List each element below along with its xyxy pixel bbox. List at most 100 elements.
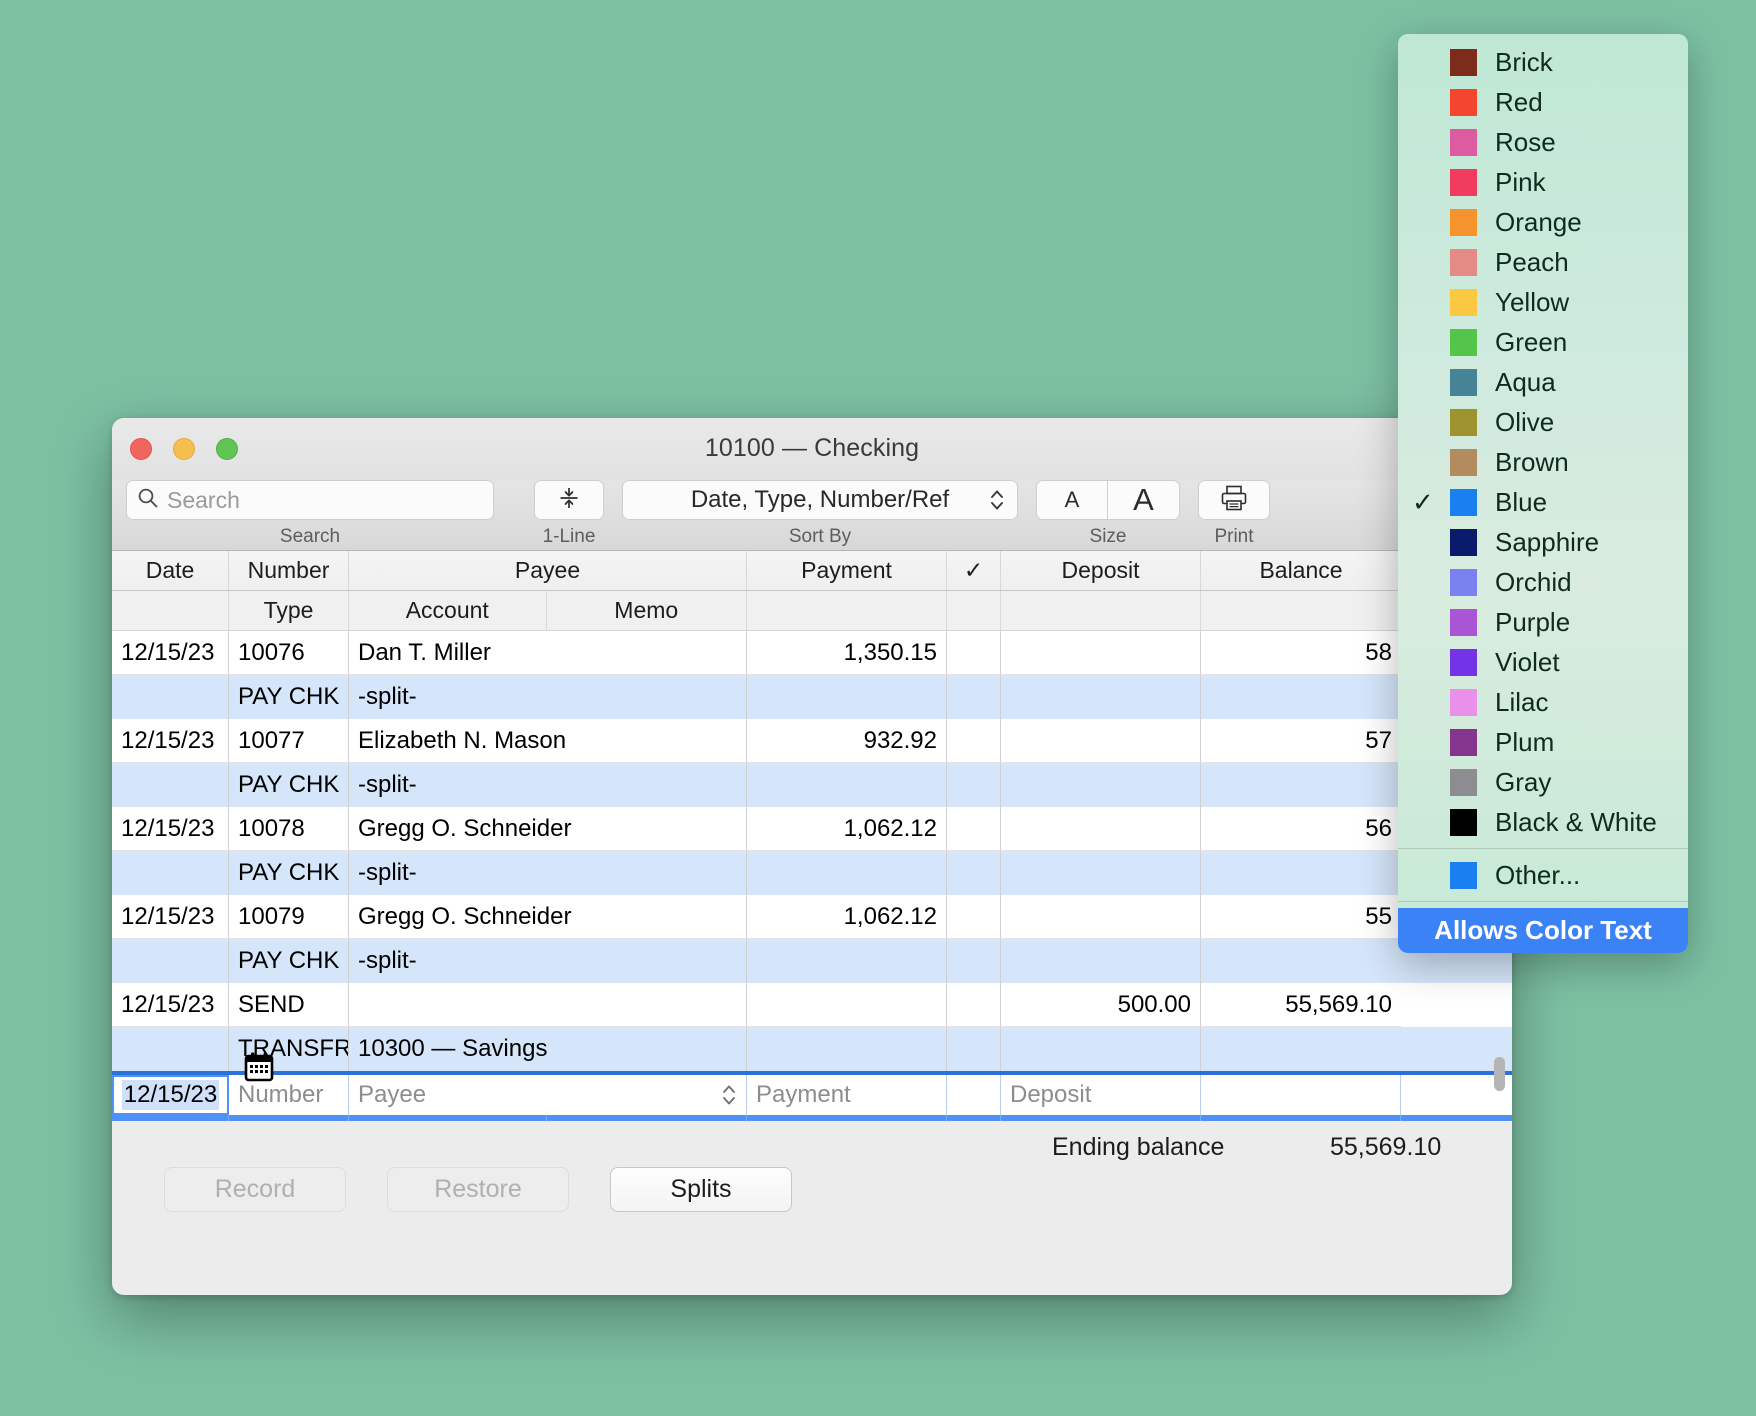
color-menu-item-olive[interactable]: Olive [1398, 402, 1688, 442]
cell-cleared[interactable] [947, 895, 1001, 939]
color-swatch [1450, 529, 1477, 556]
header-type[interactable]: Type [229, 591, 349, 630]
deposit-field[interactable]: Deposit [1001, 1075, 1201, 1115]
sort-by-value: Date, Type, Number/Ref [691, 486, 949, 514]
table-row[interactable]: 12/15/2310077Elizabeth N. Mason932.9257 [112, 719, 1512, 763]
header-payment[interactable]: Payment [747, 551, 947, 590]
cell-blank-pay [747, 763, 947, 807]
one-line-button[interactable] [534, 480, 604, 520]
scrollbar-thumb[interactable] [1494, 1057, 1505, 1091]
table-row-detail[interactable]: PAY CHK-split- [112, 763, 1512, 807]
print-label: Print [1214, 526, 1253, 548]
cell-account: -split- [349, 851, 747, 895]
cell-cleared[interactable] [947, 983, 1001, 1027]
cell-cleared[interactable] [947, 631, 1001, 675]
cell-blank-bal [1201, 851, 1401, 895]
cell-blank-dep [1001, 675, 1201, 719]
search-placeholder: Search [167, 487, 240, 514]
cell-balance: 57 [1201, 719, 1401, 763]
color-menu-item-brick[interactable]: Brick [1398, 42, 1688, 82]
header-memo[interactable]: Memo [547, 591, 747, 630]
record-button[interactable]: Record [164, 1167, 346, 1212]
table-row[interactable]: 12/15/23SEND500.0055,569.10 [112, 983, 1512, 1027]
header-payee[interactable]: Payee [349, 551, 747, 590]
color-menu-label: Sapphire [1495, 527, 1599, 558]
cell-type: PAY CHK [229, 939, 349, 983]
table-row-detail[interactable]: PAY CHK-split- [112, 675, 1512, 719]
color-swatch [1450, 49, 1477, 76]
calendar-icon[interactable] [243, 1051, 273, 1081]
cell-type: PAY CHK [229, 851, 349, 895]
color-menu-item-aqua[interactable]: Aqua [1398, 362, 1688, 402]
color-menu-item-plum[interactable]: Plum [1398, 722, 1688, 762]
table-row[interactable]: 12/15/2310078Gregg O. Schneider1,062.125… [112, 807, 1512, 851]
toolbar-group-sort: Date, Type, Number/Ref Sort By [622, 480, 1018, 548]
table-row[interactable]: 12/15/2310076Dan T. Miller1,350.1558 [112, 631, 1512, 675]
color-menu-item-green[interactable]: Green [1398, 322, 1688, 362]
color-menu-item-purple[interactable]: Purple [1398, 602, 1688, 642]
color-menu-item-yellow[interactable]: Yellow [1398, 282, 1688, 322]
color-swatch [1450, 649, 1477, 676]
search-input[interactable]: Search [126, 480, 494, 520]
color-swatch [1450, 449, 1477, 476]
date-field[interactable]: 12/15/23 [112, 1075, 229, 1115]
cell-cleared[interactable] [947, 719, 1001, 763]
color-menu-item-peach[interactable]: Peach [1398, 242, 1688, 282]
table-row-detail[interactable]: PAY CHK-split- [112, 939, 1512, 983]
color-menu-item-violet[interactable]: Violet [1398, 642, 1688, 682]
table-row-detail[interactable]: PAY CHK-split- [112, 851, 1512, 895]
cleared-field[interactable] [947, 1075, 1001, 1115]
color-menu-label: Brown [1495, 447, 1569, 478]
color-menu-label: Green [1495, 327, 1567, 358]
checkmark-icon: ✓ [1412, 487, 1434, 518]
color-menu-label-other: Other... [1495, 860, 1580, 891]
font-size-large-button[interactable]: A [1108, 480, 1180, 520]
cell-deposit [1001, 631, 1201, 675]
splits-button[interactable]: Splits [610, 1167, 792, 1212]
cell-blank-chk [947, 851, 1001, 895]
sort-by-label: Sort By [789, 526, 851, 548]
print-button[interactable] [1198, 480, 1270, 520]
color-menu-item-gray[interactable]: Gray [1398, 762, 1688, 802]
color-menu-item-rose[interactable]: Rose [1398, 122, 1688, 162]
cell-number: SEND [229, 983, 349, 1027]
restore-button[interactable]: Restore [387, 1167, 569, 1212]
cell-blank-pay [747, 1027, 947, 1071]
color-menu-item-brown[interactable]: Brown [1398, 442, 1688, 482]
toolbar-group-search: Search Search [126, 480, 494, 548]
color-menu-item-sapphire[interactable]: Sapphire [1398, 522, 1688, 562]
color-swatch [1450, 249, 1477, 276]
cell-blank-dep [1001, 763, 1201, 807]
color-swatch [1450, 329, 1477, 356]
payee-field[interactable]: Payee [349, 1075, 747, 1115]
cell-payee: Elizabeth N. Mason [349, 719, 747, 763]
font-size-small-button[interactable]: A [1036, 480, 1108, 520]
color-menu-label: Red [1495, 87, 1543, 118]
edit-row-primary[interactable]: 12/15/23 Number Payee Payment Deposit [112, 1071, 1512, 1115]
cell-date: 12/15/23 [112, 895, 229, 939]
header-deposit[interactable]: Deposit [1001, 551, 1201, 590]
cell-blank-dep [1001, 939, 1201, 983]
table-header-secondary: Type Account Memo [112, 591, 1512, 631]
payment-field[interactable]: Payment [747, 1075, 947, 1115]
color-menu-item-black-white[interactable]: Black & White [1398, 802, 1688, 842]
color-menu-item-lilac[interactable]: Lilac [1398, 682, 1688, 722]
header-number[interactable]: Number [229, 551, 349, 590]
color-menu-item-blue[interactable]: ✓Blue [1398, 482, 1688, 522]
color-menu-item-red[interactable]: Red [1398, 82, 1688, 122]
header-cleared[interactable]: ✓ [947, 551, 1001, 590]
header-account[interactable]: Account [349, 591, 547, 630]
header-balance[interactable]: Balance [1201, 551, 1401, 590]
cell-cleared[interactable] [947, 807, 1001, 851]
color-swatch [1450, 369, 1477, 396]
color-menu-item-pink[interactable]: Pink [1398, 162, 1688, 202]
ending-balance-label: Ending balance [1052, 1133, 1224, 1162]
header-date[interactable]: Date [112, 551, 229, 590]
sort-by-select[interactable]: Date, Type, Number/Ref [622, 480, 1018, 520]
color-menu-item-orange[interactable]: Orange [1398, 202, 1688, 242]
table-row-detail[interactable]: TRANSFR10300 — Savings [112, 1027, 1512, 1071]
allows-color-text-item[interactable]: Allows Color Text [1398, 908, 1688, 953]
color-menu-item-other[interactable]: Other... [1398, 855, 1688, 895]
table-row[interactable]: 12/15/2310079Gregg O. Schneider1,062.125… [112, 895, 1512, 939]
color-menu-item-orchid[interactable]: Orchid [1398, 562, 1688, 602]
